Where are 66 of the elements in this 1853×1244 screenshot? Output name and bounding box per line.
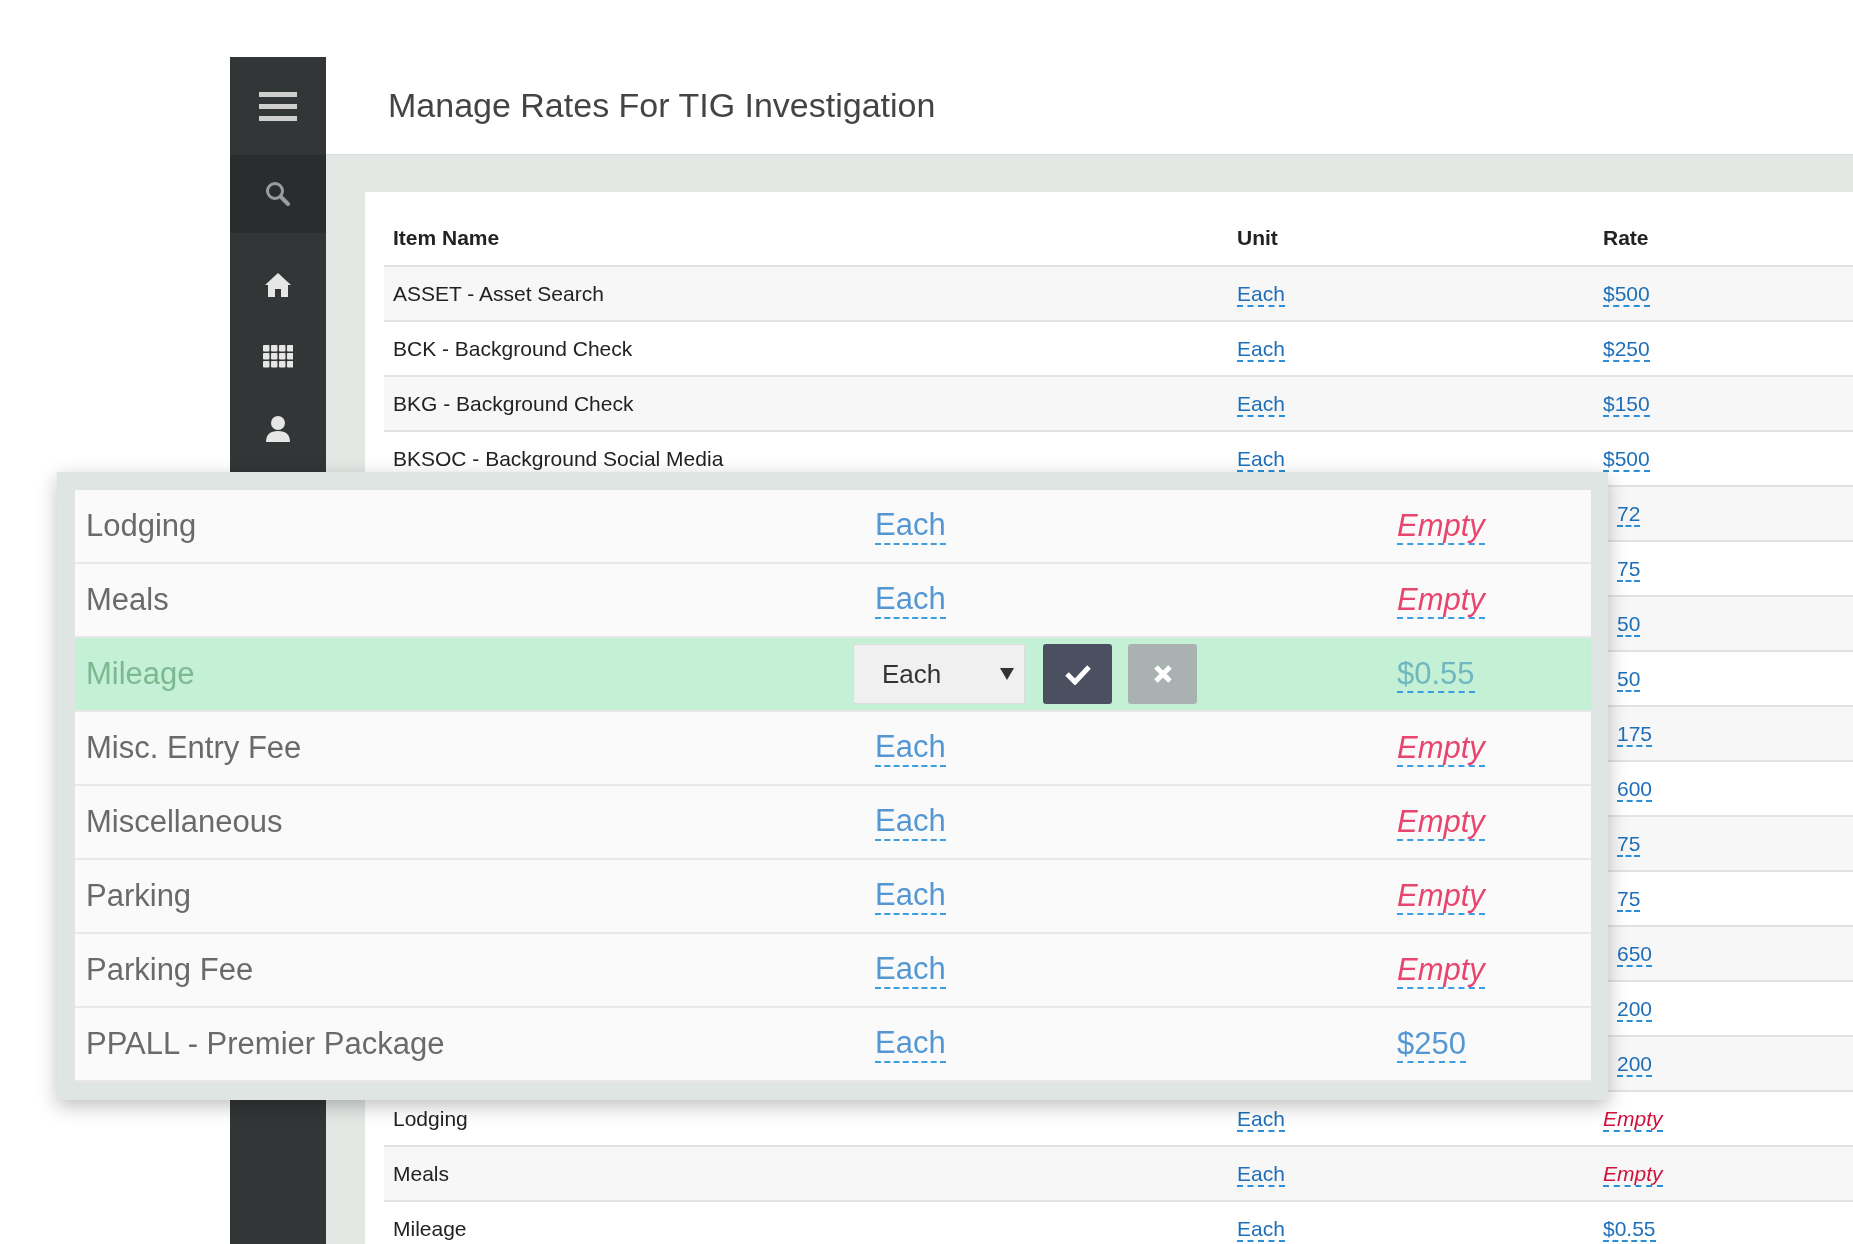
item-name: Miscellaneous: [86, 804, 283, 839]
item-name: Misc. Entry Fee: [86, 730, 302, 765]
menu-icon[interactable]: [259, 90, 297, 122]
rate-link[interactable]: 75: [1617, 556, 1641, 582]
item-name: PPALL - Premier Package: [86, 1026, 445, 1061]
item-name: Parking Fee: [86, 952, 254, 987]
rate-link[interactable]: 650: [1617, 941, 1653, 967]
rate-link[interactable]: 600: [1617, 776, 1653, 802]
item-name: BCK - Background Check: [393, 336, 633, 360]
rate-link[interactable]: 75: [1617, 886, 1641, 912]
confirm-button[interactable]: [1043, 644, 1112, 704]
rate-link[interactable]: $250: [1603, 336, 1650, 362]
item-name: ASSET - Asset Search: [393, 281, 604, 305]
rate-link[interactable]: $150: [1603, 391, 1650, 417]
rate-link[interactable]: 50: [1617, 666, 1641, 692]
rate-link[interactable]: $0.55: [1603, 1216, 1656, 1242]
empty-rate-link[interactable]: Empty: [1397, 952, 1485, 989]
rate-link[interactable]: 50: [1617, 611, 1641, 637]
search-button[interactable]: [230, 155, 326, 233]
unit-link[interactable]: Each: [1237, 391, 1285, 417]
empty-rate-link[interactable]: Empty: [1397, 582, 1485, 619]
unit-link[interactable]: Each: [875, 507, 946, 545]
unit-link[interactable]: Each: [1237, 1161, 1285, 1187]
home-icon[interactable]: [263, 270, 293, 300]
unit-link[interactable]: Each: [875, 951, 946, 989]
column-header: Unit: [1237, 225, 1278, 249]
unit-link[interactable]: Each: [1237, 1106, 1285, 1132]
item-name: Mileage: [393, 1216, 467, 1240]
unit-link[interactable]: Each: [875, 877, 946, 915]
empty-rate-link[interactable]: Empty: [1603, 1161, 1663, 1187]
item-name: BKG - Background Check: [393, 391, 634, 415]
unit-link[interactable]: Each: [875, 1025, 946, 1063]
item-name: Lodging: [86, 508, 197, 543]
empty-rate-link[interactable]: Empty: [1603, 1106, 1663, 1132]
item-name: BKSOC - Background Social Media: [393, 446, 724, 470]
empty-rate-link[interactable]: Empty: [1397, 508, 1485, 545]
unit-select[interactable]: Each: [853, 644, 1025, 704]
unit-link[interactable]: Each: [875, 581, 946, 619]
unit-link[interactable]: Each: [1237, 336, 1285, 362]
item-name: Mileage: [86, 656, 195, 691]
rate-link[interactable]: 175: [1617, 721, 1653, 747]
rate-link[interactable]: 75: [1617, 831, 1641, 857]
page-title: Manage Rates For TIG Investigation: [388, 86, 936, 125]
item-name: Lodging: [393, 1106, 468, 1130]
unit-link[interactable]: Each: [875, 803, 946, 841]
rate-link[interactable]: 200: [1617, 996, 1653, 1022]
search-icon: [265, 181, 291, 207]
unit-link[interactable]: Each: [875, 729, 946, 767]
item-name: Parking: [86, 878, 192, 913]
rate-link[interactable]: $250: [1397, 1026, 1466, 1063]
user-icon[interactable]: [263, 414, 293, 444]
check-icon: [1063, 663, 1092, 685]
empty-rate-link[interactable]: Empty: [1397, 878, 1485, 915]
empty-rate-link[interactable]: Empty: [1397, 730, 1485, 767]
column-header: Item Name: [393, 225, 500, 249]
rate-link[interactable]: 72: [1617, 501, 1641, 527]
caret-icon: [1000, 668, 1014, 680]
empty-rate-link[interactable]: Empty: [1397, 804, 1485, 841]
rate-link[interactable]: $500: [1603, 281, 1650, 307]
item-name: Meals: [393, 1161, 450, 1185]
column-header: Rate: [1603, 225, 1649, 249]
rate-link[interactable]: 200: [1617, 1051, 1653, 1077]
unit-link[interactable]: Each: [1237, 1216, 1285, 1242]
item-name: Meals: [86, 582, 169, 617]
unit-link[interactable]: Each: [1237, 281, 1285, 307]
close-icon: [1152, 664, 1173, 684]
